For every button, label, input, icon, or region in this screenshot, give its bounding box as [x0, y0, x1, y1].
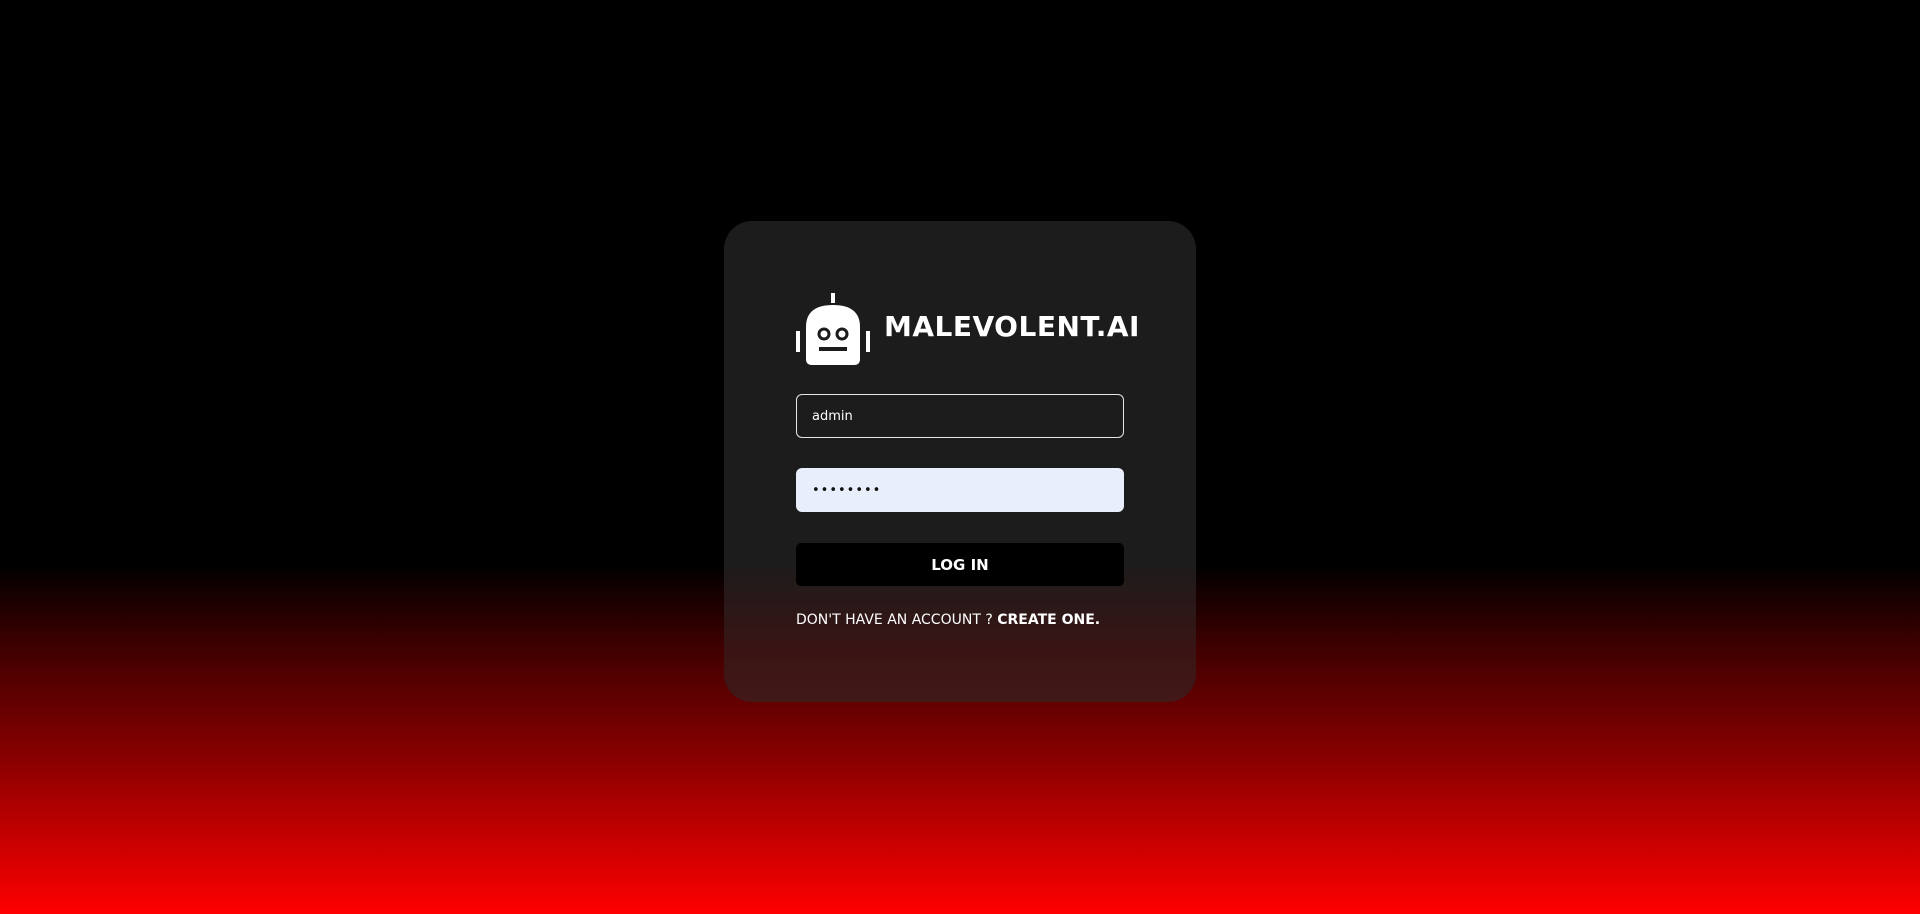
username-field[interactable]: [796, 394, 1124, 438]
login-button[interactable]: LOG IN: [796, 543, 1124, 586]
signup-prompt: DON'T HAVE AN ACCOUNT ? CREATE ONE.: [796, 612, 1100, 628]
signup-prompt-text: DON'T HAVE AN ACCOUNT ?: [796, 612, 998, 628]
create-account-link[interactable]: CREATE ONE.: [997, 612, 1100, 628]
robot-icon: [796, 293, 870, 365]
brand-logo: MALEVOLENT.AI: [796, 293, 1140, 367]
login-card: MALEVOLENT.AI LOG IN DON'T HAVE AN ACCOU…: [724, 221, 1196, 702]
password-field[interactable]: [796, 468, 1124, 512]
brand-name: MALEVOLENT.AI: [884, 310, 1140, 343]
